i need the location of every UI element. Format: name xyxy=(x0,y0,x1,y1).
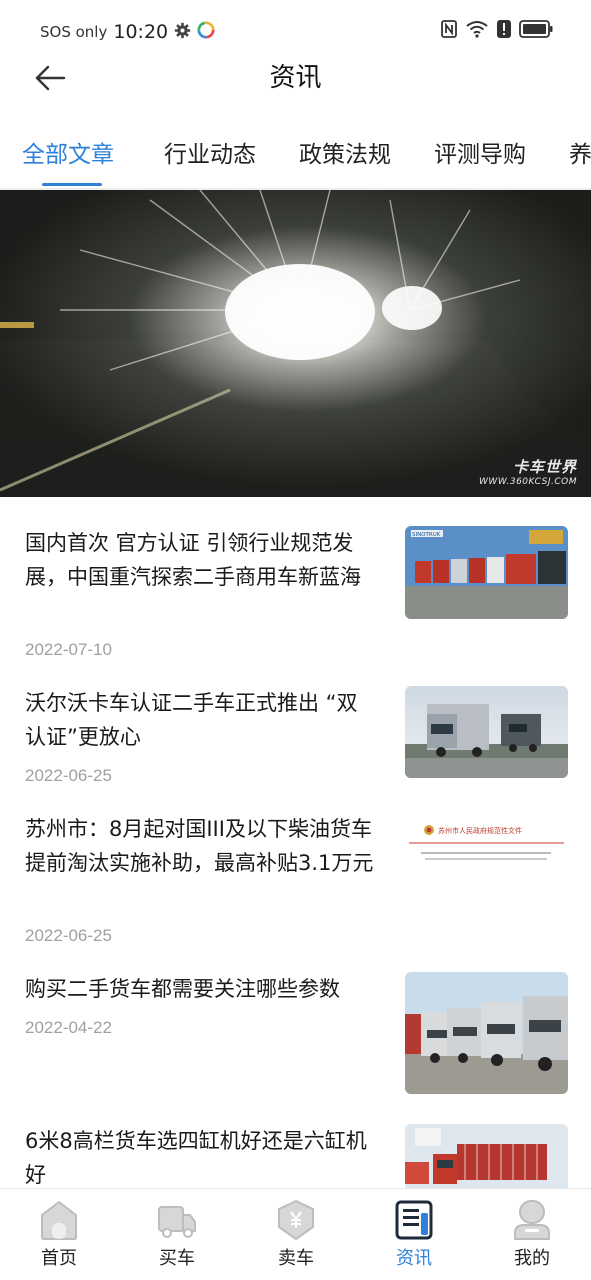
app-colorful-icon xyxy=(197,21,215,43)
page-title: 资讯 xyxy=(269,63,322,93)
battery-icon xyxy=(519,20,553,42)
article-item[interactable]: 购买二手货车都需要关注哪些参数 2022-04-22 xyxy=(0,972,591,1096)
alert-icon xyxy=(497,20,511,42)
status-right xyxy=(441,20,553,42)
article-item[interactable]: 苏州市：8月起对国III及以下柴油货车提前淘汰实施补助，最高补贴3.1万元 20… xyxy=(0,812,591,952)
nav-news[interactable]: 资讯 xyxy=(355,1189,473,1280)
article-thumbnail xyxy=(405,686,568,778)
article-item[interactable]: 国内首次 官方认证 引领行业规范发展，中国重汽探索二手商用车新蓝海 2022-0… xyxy=(0,524,591,666)
nav-profile-label: 我的 xyxy=(514,1248,550,1269)
carrier-text: SOS only xyxy=(40,23,108,41)
watermark-brand: 卡车世界 xyxy=(512,458,577,476)
home-icon xyxy=(39,1199,79,1241)
tab-all-articles[interactable]: 全部文章 xyxy=(22,135,114,169)
article-item[interactable]: 6米8高栏货车选四缸机好还是六缸机好 xyxy=(0,1124,591,1188)
nav-news-label: 资讯 xyxy=(396,1248,432,1269)
article-date: 2022-07-10 xyxy=(25,640,112,659)
nav-buy-car-label: 买车 xyxy=(159,1248,195,1269)
article-title: 国内首次 官方认证 引领行业规范发展，中国重汽探索二手商用车新蓝海 xyxy=(25,531,361,589)
wifi-icon xyxy=(465,20,489,42)
status-bar: SOS only 10:20 xyxy=(0,0,591,62)
active-tab-indicator xyxy=(42,183,102,186)
status-left: SOS only 10:20 xyxy=(40,21,215,43)
article-item[interactable]: 沃尔沃卡车认证二手车正式推出 “双认证”更放心 2022-06-25 xyxy=(0,686,591,796)
news-icon xyxy=(394,1199,434,1241)
thumb-brand-text: SINOTRUK xyxy=(412,532,441,538)
gear-icon xyxy=(174,22,191,43)
app-header: 资讯 xyxy=(0,62,591,102)
article-thumbnail xyxy=(405,972,568,1094)
article-thumbnail: 苏州市人民政府规范性文件 xyxy=(405,816,568,878)
featured-banner[interactable]: 卡车世界 WWW.360KCSJ.COM xyxy=(0,190,591,497)
article-thumbnail: SINOTRUK xyxy=(405,526,568,619)
nav-profile[interactable]: 我的 xyxy=(473,1189,591,1280)
nav-home[interactable]: 首页 xyxy=(0,1189,118,1280)
yuan-shield-icon xyxy=(276,1199,316,1241)
truck-icon xyxy=(157,1199,197,1241)
tab-industry-news[interactable]: 行业动态 xyxy=(164,135,256,169)
banner-watermark: 卡车世界 WWW.360KCSJ.COM xyxy=(479,456,577,487)
article-date: 2022-06-25 xyxy=(25,926,112,945)
nav-sell-car-label: 卖车 xyxy=(278,1248,314,1269)
article-date: 2022-06-25 xyxy=(25,766,112,785)
category-tabs: 全部文章 行业动态 政策法规 评测导购 养 xyxy=(0,130,591,188)
tab-maintenance[interactable]: 养 xyxy=(569,135,591,169)
article-thumbnail xyxy=(405,1124,568,1188)
banner-night-headlights-image xyxy=(0,190,591,497)
nav-home-label: 首页 xyxy=(41,1248,77,1269)
profile-icon xyxy=(512,1199,552,1241)
tab-reviews-guide[interactable]: 评测导购 xyxy=(434,135,526,169)
thumb-doc-heading: 苏州市人民政府规范性文件 xyxy=(438,826,522,835)
bottom-navigation: 首页 买车 卖车 资讯 我的 xyxy=(0,1188,591,1280)
article-title: 沃尔沃卡车认证二手车正式推出 “双认证”更放心 xyxy=(25,691,358,749)
nav-buy-car[interactable]: 买车 xyxy=(118,1189,236,1280)
article-title: 苏州市：8月起对国III及以下柴油货车提前淘汰实施补助，最高补贴3.1万元 xyxy=(25,817,374,875)
clock-text: 10:20 xyxy=(113,21,169,43)
article-title: 购买二手货车都需要关注哪些参数 xyxy=(25,977,340,1001)
tab-policy-regulation[interactable]: 政策法规 xyxy=(299,135,391,169)
watermark-url: WWW.360KCSJ.COM xyxy=(479,477,577,487)
nfc-icon xyxy=(441,20,457,42)
article-title: 6米8高栏货车选四缸机好还是六缸机好 xyxy=(25,1129,367,1187)
nav-sell-car[interactable]: 卖车 xyxy=(237,1189,355,1280)
article-date: 2022-04-22 xyxy=(25,1018,112,1037)
